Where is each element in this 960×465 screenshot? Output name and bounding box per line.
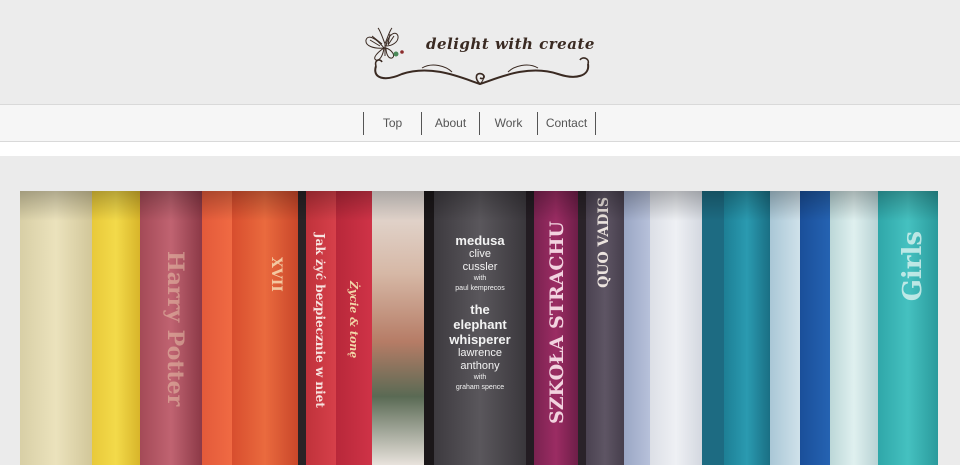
book-spine [624, 191, 650, 465]
book-spine: SZKOŁA STRACHU [534, 191, 578, 465]
book-spine [92, 191, 140, 465]
main-nav: Top About Work Contact [363, 112, 596, 135]
book-title: Harry Potter [162, 251, 188, 407]
nav-item-contact[interactable]: Contact [538, 112, 596, 135]
book-title-block: medusa clive cussler with paul kemprecos… [449, 233, 511, 391]
nav-bar: Top About Work Contact [0, 104, 960, 142]
book-title: SZKOŁA STRACHU [546, 221, 568, 425]
book-spine: XVII [232, 191, 298, 465]
book-spine [20, 191, 92, 465]
hero-image: Harry Potter XVII Jak żyć bezpiecznie w … [20, 191, 938, 465]
book-title: Życie & tonę [347, 281, 360, 359]
book-spine [578, 191, 586, 465]
nav-item-work[interactable]: Work [480, 112, 538, 135]
book-spine [770, 191, 800, 465]
book-spine [724, 191, 770, 465]
nav-item-top[interactable]: Top [364, 112, 422, 135]
book-spine: Harry Potter [140, 191, 202, 465]
site-header: delight with create [0, 0, 960, 104]
book-spine: Girls [878, 191, 938, 465]
book-spine: QUO VADIS [586, 191, 624, 465]
butterfly-flourish-icon [365, 27, 590, 86]
book-title: Girls [898, 231, 928, 302]
logo-text: delight with create [426, 35, 595, 53]
book-spine [202, 191, 232, 465]
book-spine [424, 191, 434, 465]
site-logo[interactable]: delight with create [362, 22, 598, 96]
book-title: XVII [268, 257, 284, 292]
book-spine [650, 191, 702, 465]
nav-item-about[interactable]: About [422, 112, 480, 135]
book-spine [526, 191, 534, 465]
book-title: Jak żyć bezpiecznie w niet [313, 233, 327, 408]
book-spine [800, 191, 830, 465]
book-spine: Jak żyć bezpiecznie w niet [306, 191, 336, 465]
separator [0, 142, 960, 156]
book-spine [830, 191, 878, 465]
book-spine [298, 191, 306, 465]
book-spine: Życie & tonę [336, 191, 372, 465]
shadow-overlay [20, 191, 938, 221]
book-spine [702, 191, 724, 465]
book-spine [372, 191, 424, 465]
